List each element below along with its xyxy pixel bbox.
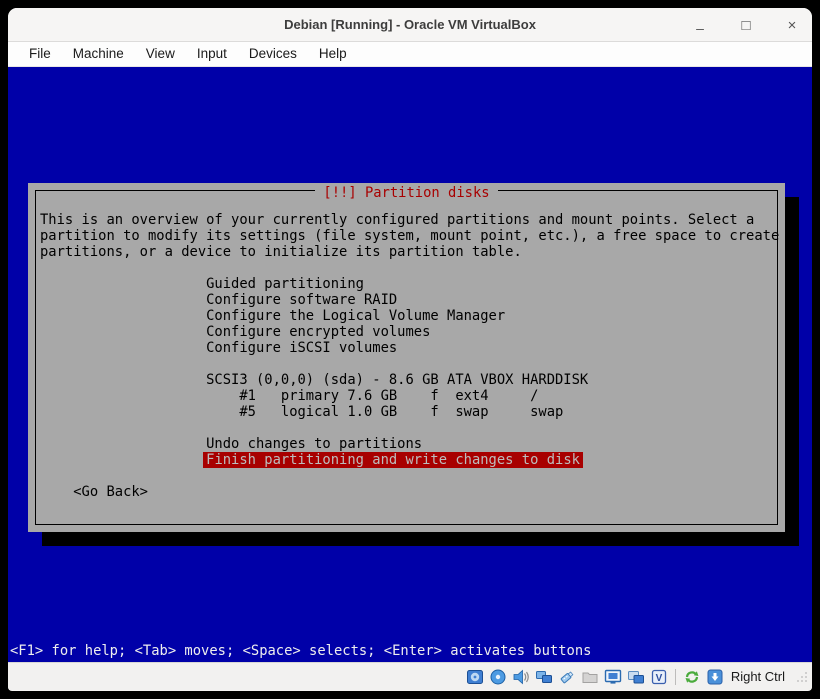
statusbar-separator: [675, 669, 676, 685]
usb-icon[interactable]: [558, 668, 576, 686]
audio-icon[interactable]: [512, 668, 530, 686]
blank-line: [40, 260, 777, 276]
recording-icon[interactable]: [627, 668, 645, 686]
menu-option-finish-partitioning[interactable]: Finish partitioning and write changes to…: [40, 452, 777, 468]
resize-grip[interactable]: [796, 670, 808, 684]
maximize-button[interactable]: □: [736, 15, 756, 35]
display-icon[interactable]: [604, 668, 622, 686]
blank-line: [40, 356, 777, 372]
partition-row-5[interactable]: #5 logical 1.0 GB f swap swap: [40, 404, 777, 420]
partition-row-1[interactable]: #1 primary 7.6 GB f ext4 /: [40, 388, 777, 404]
optical-drives-icon[interactable]: [489, 668, 507, 686]
menu-file[interactable]: File: [18, 42, 62, 66]
blank-line: [40, 420, 777, 436]
blank-line: [40, 468, 777, 484]
disk-entry-sda[interactable]: SCSI3 (0,0,0) (sda) - 8.6 GB ATA VBOX HA…: [40, 372, 777, 388]
minimize-button[interactable]: –: [690, 15, 710, 35]
installer-help-bar: <F1> for help; <Tab> moves; <Space> sele…: [10, 643, 591, 659]
shared-folders-icon[interactable]: [581, 668, 599, 686]
hard-disks-icon[interactable]: [466, 668, 484, 686]
statusbar: V Right Ctrl: [8, 662, 812, 690]
screenshot-root: { "window": { "title": "Debian [Running]…: [0, 0, 820, 699]
menu-option-configure-encrypted-volumes[interactable]: Configure encrypted volumes: [40, 324, 777, 340]
dialog-body-text-line: partitions, or a device to initialize it…: [40, 244, 777, 260]
keyboard-capture-icon[interactable]: [706, 668, 724, 686]
virtualbox-window: Debian [Running] - Oracle VM VirtualBox …: [8, 8, 812, 691]
menu-machine[interactable]: Machine: [62, 42, 135, 66]
menubar: File Machine View Input Devices Help: [8, 42, 812, 67]
menu-input[interactable]: Input: [186, 42, 238, 66]
svg-text:V: V: [655, 673, 662, 684]
close-button[interactable]: ×: [782, 15, 802, 35]
titlebar: Debian [Running] - Oracle VM VirtualBox …: [8, 8, 812, 42]
menu-view[interactable]: View: [135, 42, 186, 66]
menu-help[interactable]: Help: [308, 42, 358, 66]
dialog-body-text-line: partition to modify its settings (file s…: [40, 228, 777, 244]
go-back-button[interactable]: <Go Back>: [40, 484, 777, 500]
vm-screen: [!!] Partition disks This is an overview…: [8, 67, 812, 662]
dialog-content: This is an overview of your currently co…: [40, 212, 777, 500]
menu-option-configure-lvm[interactable]: Configure the Logical Volume Manager: [40, 308, 777, 324]
menu-option-configure-software-raid[interactable]: Configure software RAID: [40, 292, 777, 308]
menu-option-undo-changes[interactable]: Undo changes to partitions: [40, 436, 777, 452]
dialog-title: [!!] Partition disks: [28, 182, 785, 201]
selected-option-highlight[interactable]: Finish partitioning and write changes to…: [203, 452, 583, 468]
host-key-label: Right Ctrl: [731, 669, 785, 684]
menu-option-configure-iscsi-volumes[interactable]: Configure iSCSI volumes: [40, 340, 777, 356]
partition-disks-dialog: [!!] Partition disks This is an overview…: [28, 183, 785, 532]
mouse-integration-icon[interactable]: [683, 668, 701, 686]
menu-option-guided-partitioning[interactable]: Guided partitioning: [40, 276, 777, 292]
window-controls: – □ ×: [690, 8, 802, 42]
features-icon[interactable]: V: [650, 668, 668, 686]
network-icon[interactable]: [535, 668, 553, 686]
dialog-body-text-line: This is an overview of your currently co…: [40, 212, 777, 228]
menu-devices[interactable]: Devices: [238, 42, 308, 66]
